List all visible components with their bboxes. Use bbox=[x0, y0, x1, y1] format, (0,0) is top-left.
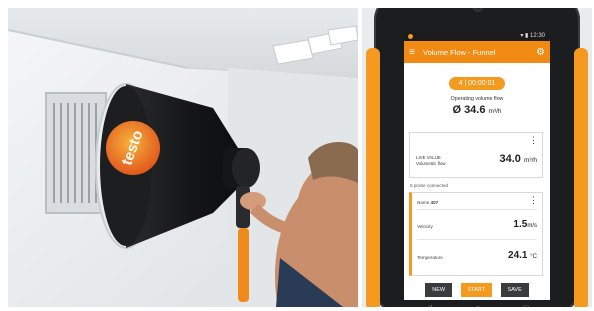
device-screen: ▾ ▮ 12:30 ≡ Volume Flow - Funnel ⚙ 4 | 0… bbox=[404, 32, 550, 300]
gear-icon[interactable]: ⚙ bbox=[536, 47, 545, 58]
device-bumper-left bbox=[366, 48, 380, 307]
timer-wrap: 4 | 00:00:01 bbox=[404, 72, 550, 90]
operating-unit: m³/h bbox=[488, 108, 502, 115]
probes-connected: 5 probe connected bbox=[410, 183, 449, 188]
status-time: 12:30 bbox=[529, 33, 545, 39]
kebab-icon[interactable]: ⋮ bbox=[529, 136, 538, 145]
button-bar: NEW START SAVE bbox=[404, 278, 550, 297]
photo-panel: testo bbox=[8, 8, 358, 307]
camera-icon bbox=[474, 8, 482, 10]
velocity-value: 1.5m/s bbox=[513, 219, 537, 230]
live-label-line2: Volumetric flow bbox=[416, 161, 446, 166]
new-button[interactable]: NEW bbox=[425, 283, 453, 297]
velocity-label: Velocity bbox=[417, 224, 433, 229]
live-value: 34.0 m³/h bbox=[500, 153, 537, 165]
measurement-scene: testo bbox=[8, 8, 358, 307]
app-bar: ≡ Volume Flow - Funnel ⚙ bbox=[404, 41, 550, 63]
start-button[interactable]: START bbox=[460, 283, 493, 297]
live-unit: m³/h bbox=[524, 157, 537, 164]
status-bar: ▾ ▮ 12:30 bbox=[404, 32, 550, 41]
device-bumper-right bbox=[574, 48, 588, 307]
wifi-icon: ▾ ▮ bbox=[520, 33, 530, 39]
temperature-row: Temperature 24.1 °C bbox=[417, 243, 537, 271]
temperature-value: 24.1 °C bbox=[508, 250, 537, 261]
menu-icon[interactable]: ≡ bbox=[409, 47, 423, 58]
operating-number: Ø 34.6 bbox=[452, 104, 486, 116]
probe-name-label: Name 407 bbox=[417, 200, 439, 205]
back-icon[interactable]: ◁ bbox=[426, 303, 432, 308]
save-button[interactable]: SAVE bbox=[500, 283, 529, 297]
timer-badge[interactable]: 4 | 00:00:01 bbox=[448, 77, 506, 90]
system-nav-bar: ◁ ○ □ bbox=[404, 300, 550, 308]
recent-apps-icon[interactable]: □ bbox=[523, 303, 528, 308]
probe-name-row: Name 407 bbox=[417, 197, 537, 210]
live-label: LIVE VALUE Volumetric flow bbox=[416, 155, 446, 167]
app-title: Volume Flow - Funnel bbox=[423, 47, 496, 57]
live-value-card[interactable]: ⋮ LIVE VALUE Volumetric flow 34.0 m³/h bbox=[409, 132, 543, 178]
operating-label: Operating volume flow bbox=[450, 96, 504, 102]
device-panel: ▾ ▮ 12:30 ≡ Volume Flow - Funnel ⚙ 4 | 0… bbox=[362, 8, 592, 307]
velocity-row: Velocity 1.5m/s bbox=[417, 215, 537, 240]
notification-icon bbox=[408, 34, 413, 39]
temperature-label: Temperature bbox=[417, 255, 443, 260]
home-icon[interactable]: ○ bbox=[475, 303, 480, 308]
live-number: 34.0 bbox=[499, 153, 521, 165]
operating-value: Ø 34.6 m³/h bbox=[404, 104, 550, 116]
probe-card[interactable]: ⋮ Name 407 Velocity 1.5m/s Temperature 2… bbox=[409, 192, 543, 276]
